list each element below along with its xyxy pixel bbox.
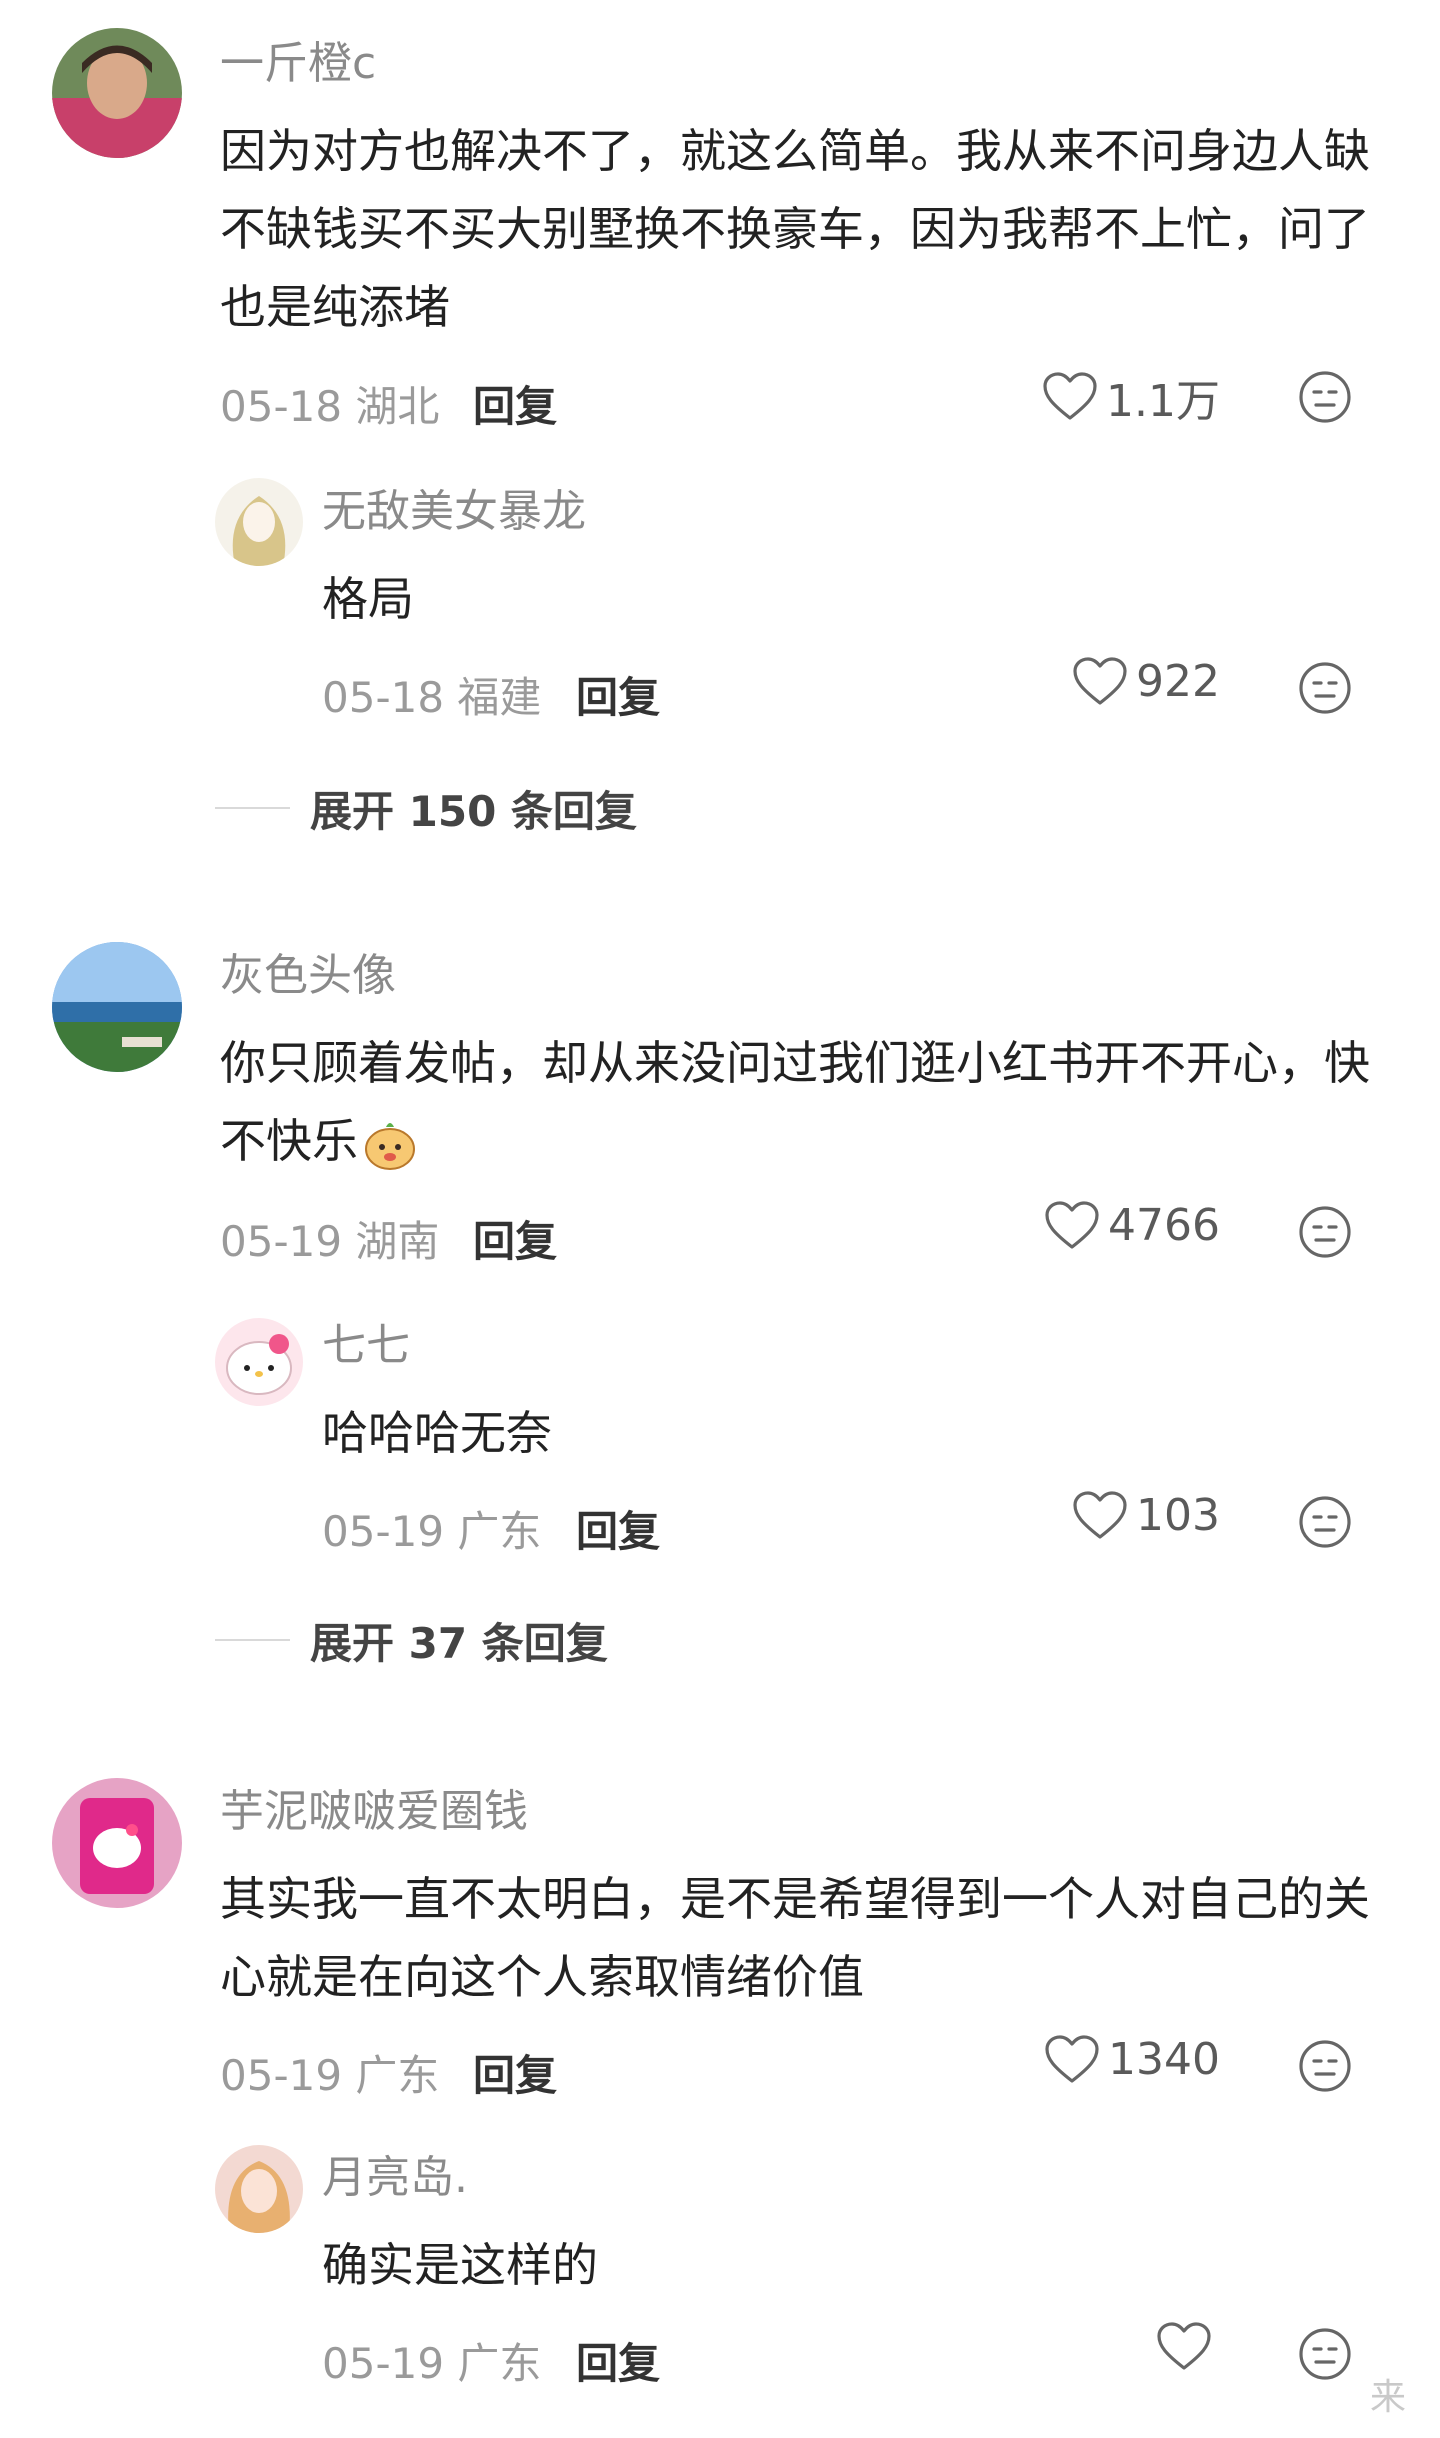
- divider: [215, 1639, 290, 1641]
- expand-label: 展开 150 条回复: [310, 786, 637, 836]
- neutral-face-icon[interactable]: [1297, 1204, 1353, 1260]
- comment-text: 其实我一直不太明白，是不是希望得到一个人对自己的关心就是在向这个人索取情绪价值: [220, 1872, 1370, 2004]
- avatar[interactable]: [52, 1778, 182, 1908]
- comment-meta: 05-19 湖南 回复 4766: [0, 1200, 1440, 1270]
- reply-button[interactable]: 回复: [576, 1498, 660, 1559]
- expand-replies-button[interactable]: 展开 150 条回复: [215, 778, 637, 838]
- username[interactable]: 七七: [322, 1320, 410, 1373]
- heart-outline-icon: [1044, 1201, 1100, 1251]
- comment-meta: 05-18 湖北 回复 1.1万: [0, 365, 1440, 435]
- comment-date-location: 05-19 广东: [220, 2051, 440, 2100]
- reply-button[interactable]: 回复: [473, 2042, 557, 2103]
- avatar[interactable]: [215, 1318, 303, 1406]
- heart-outline-icon: [1044, 2035, 1100, 2085]
- avatar[interactable]: [215, 2145, 303, 2233]
- avatar[interactable]: [215, 478, 303, 566]
- neutral-face-icon[interactable]: [1297, 2038, 1353, 2094]
- like-count: 4766: [1108, 1200, 1220, 1251]
- username[interactable]: 一斤橙c: [220, 38, 376, 91]
- username[interactable]: 月亮岛.: [322, 2152, 468, 2205]
- comment-text: 你只顾着发帖，却从来没问过我们逛小红书开不开心，快不快乐: [220, 1024, 1370, 1180]
- like-button[interactable]: 103: [1072, 1490, 1220, 1541]
- username[interactable]: 灰色头像: [220, 950, 396, 1003]
- reply-date-location: 05-19 广东: [322, 1507, 542, 1556]
- cute-mascot-emoji: [365, 1122, 415, 1170]
- reply-text: 哈哈哈无奈: [322, 1406, 552, 1460]
- like-button[interactable]: 4766: [1044, 1200, 1220, 1251]
- like-count: 1.1万: [1106, 376, 1220, 427]
- like-button[interactable]: 1.1万: [1042, 365, 1220, 429]
- divider: [215, 807, 290, 809]
- like-button[interactable]: 922: [1072, 656, 1220, 707]
- reply-text: 确实是这样的: [322, 2238, 598, 2292]
- like-count: 922: [1136, 656, 1220, 707]
- username[interactable]: 芋泥啵啵爱圈钱: [220, 1786, 528, 1839]
- heart-outline-icon: [1156, 2322, 1212, 2372]
- comment-date-location: 05-19 湖南: [220, 1217, 440, 1266]
- reply-button[interactable]: 回复: [576, 2330, 660, 2391]
- expand-label: 展开 37 条回复: [310, 1618, 608, 1668]
- like-count: 1340: [1108, 2034, 1220, 2085]
- neutral-face-icon[interactable]: [1297, 369, 1353, 425]
- username[interactable]: 无敌美女暴龙: [322, 486, 586, 539]
- heart-outline-icon: [1042, 372, 1098, 422]
- comment-meta: 05-19 广东 回复 1340: [0, 2034, 1440, 2104]
- avatar[interactable]: [52, 942, 182, 1072]
- like-count: 103: [1136, 1490, 1220, 1541]
- heart-outline-icon: [1072, 657, 1128, 707]
- reply-meta: 05-19 广东 回复: [0, 2322, 1440, 2392]
- like-button[interactable]: 1340: [1044, 2034, 1220, 2085]
- reply-date-location: 05-19 广东: [322, 2339, 542, 2388]
- comment-text: 因为对方也解决不了，就这么简单。我从来不问身边人缺不缺钱买不买大别墅换不换豪车，…: [220, 124, 1370, 334]
- reply-date-location: 05-18 福建: [322, 673, 542, 722]
- comment-date-location: 05-18 湖北: [220, 382, 440, 431]
- reply-button[interactable]: 回复: [473, 1208, 557, 1269]
- watermark: 来: [1370, 2377, 1407, 2418]
- neutral-face-icon[interactable]: [1297, 1494, 1353, 1550]
- reply-meta: 05-18 福建 回复 922: [0, 656, 1440, 726]
- reply-button[interactable]: 回复: [473, 373, 557, 434]
- like-button[interactable]: [1156, 2322, 1220, 2372]
- neutral-face-icon[interactable]: [1297, 2326, 1353, 2382]
- expand-replies-button[interactable]: 展开 37 条回复: [215, 1610, 608, 1670]
- reply-button[interactable]: 回复: [576, 664, 660, 725]
- avatar[interactable]: [52, 28, 182, 158]
- reply-meta: 05-19 广东 回复 103: [0, 1490, 1440, 1560]
- reply-text: 格局: [322, 572, 414, 626]
- heart-outline-icon: [1072, 1491, 1128, 1541]
- neutral-face-icon[interactable]: [1297, 660, 1353, 716]
